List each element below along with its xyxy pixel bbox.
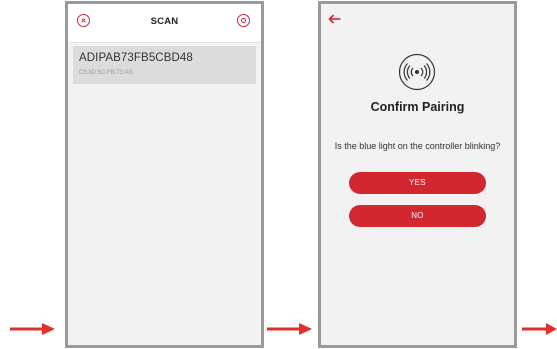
wireless-signal-icon	[398, 53, 436, 91]
stage: SCAN ADIPAB73FB5CBD48 C8:8D:5C:FB:73:AB …	[0, 0, 557, 349]
confirm-question: Is the blue light on the controller blin…	[334, 141, 501, 151]
flow-arrow-left	[10, 323, 55, 335]
flow-arrow-middle	[267, 323, 312, 335]
flow-arrow-right	[522, 323, 557, 335]
confirm-pairing-screen: Confirm Pairing Is the blue light on the…	[318, 1, 517, 348]
scan-screen: SCAN ADIPAB73FB5CBD48 C8:8D:5C:FB:73:AB	[65, 1, 264, 348]
device-name: ADIPAB73FB5CBD48	[79, 52, 193, 64]
back-arrow-icon[interactable]	[328, 14, 341, 24]
scan-header: SCAN	[68, 4, 261, 43]
device-mac-address: C8:8D:5C:FB:73:AB	[79, 70, 133, 76]
confirm-pairing-title: Confirm Pairing	[370, 100, 465, 114]
device-list-item[interactable]: ADIPAB73FB5CBD48 C8:8D:5C:FB:73:AB	[73, 46, 256, 84]
no-button[interactable]: NO	[349, 205, 486, 227]
scan-title: SCAN	[150, 16, 179, 27]
refresh-icon[interactable]	[237, 14, 250, 27]
yes-button[interactable]: YES	[349, 172, 486, 194]
